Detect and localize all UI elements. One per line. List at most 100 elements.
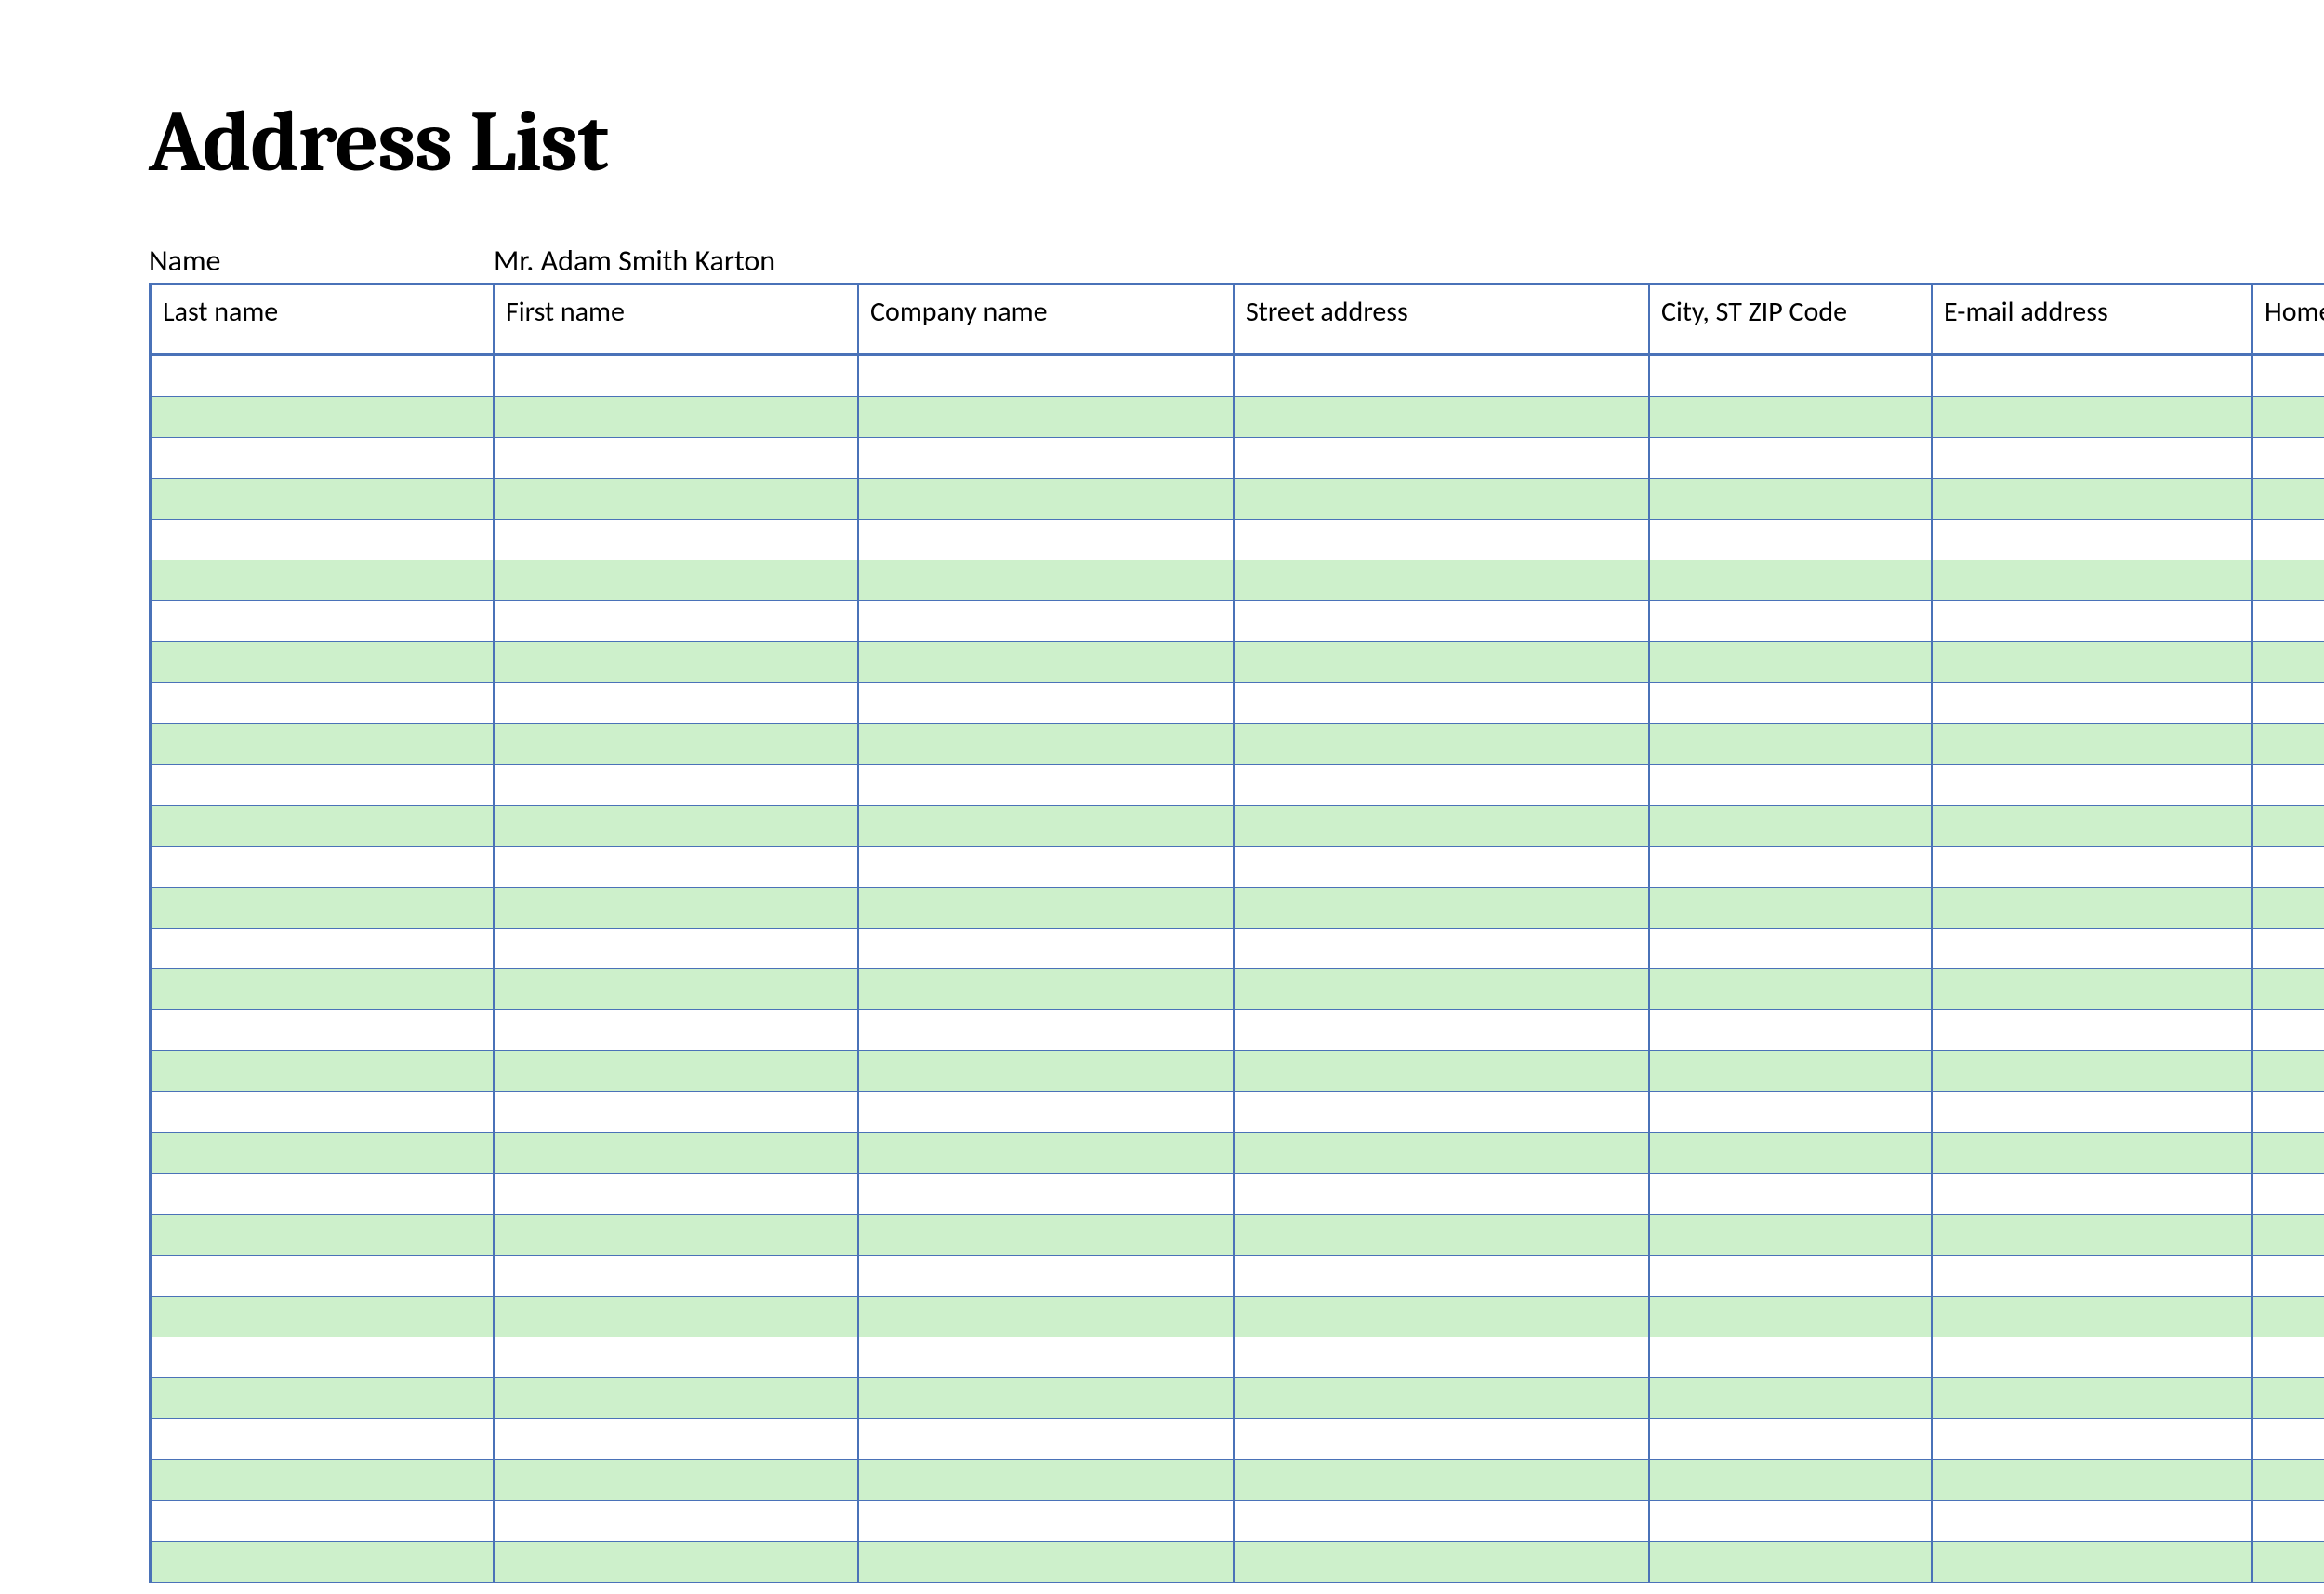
table-cell[interactable] bbox=[858, 1010, 1234, 1051]
table-cell[interactable] bbox=[858, 1051, 1234, 1092]
table-cell[interactable] bbox=[858, 1419, 1234, 1460]
table-cell[interactable] bbox=[1649, 356, 1932, 397]
table-cell[interactable] bbox=[1649, 1460, 1932, 1501]
table-cell[interactable] bbox=[149, 1051, 494, 1092]
table-row[interactable] bbox=[149, 724, 2324, 765]
table-row[interactable] bbox=[149, 479, 2324, 520]
table-cell[interactable] bbox=[149, 1542, 494, 1583]
table-cell[interactable] bbox=[494, 1297, 858, 1337]
table-cell[interactable] bbox=[1649, 806, 1932, 847]
table-cell[interactable] bbox=[149, 683, 494, 724]
table-row[interactable] bbox=[149, 969, 2324, 1010]
table-cell[interactable] bbox=[858, 1174, 1234, 1215]
table-cell[interactable] bbox=[1234, 1256, 1649, 1297]
table-cell[interactable] bbox=[1932, 969, 2252, 1010]
table-cell[interactable] bbox=[1649, 847, 1932, 888]
table-cell[interactable] bbox=[1649, 397, 1932, 438]
table-cell[interactable] bbox=[1649, 479, 1932, 520]
table-cell[interactable] bbox=[149, 1215, 494, 1256]
table-cell[interactable] bbox=[1932, 356, 2252, 397]
table-cell[interactable] bbox=[494, 683, 858, 724]
table-cell[interactable] bbox=[2252, 1337, 2324, 1378]
table-cell[interactable] bbox=[494, 1460, 858, 1501]
table-row[interactable] bbox=[149, 1542, 2324, 1583]
table-row[interactable] bbox=[149, 1256, 2324, 1297]
table-cell[interactable] bbox=[2252, 642, 2324, 683]
table-cell[interactable] bbox=[494, 1010, 858, 1051]
table-cell[interactable] bbox=[1234, 847, 1649, 888]
table-cell[interactable] bbox=[1649, 724, 1932, 765]
table-cell[interactable] bbox=[2252, 438, 2324, 479]
table-cell[interactable] bbox=[858, 1542, 1234, 1583]
table-cell[interactable] bbox=[1932, 1215, 2252, 1256]
table-cell[interactable] bbox=[858, 888, 1234, 929]
table-cell[interactable] bbox=[1649, 601, 1932, 642]
table-cell[interactable] bbox=[1234, 1215, 1649, 1256]
table-cell[interactable] bbox=[2252, 1460, 2324, 1501]
table-row[interactable] bbox=[149, 560, 2324, 601]
table-row[interactable] bbox=[149, 1297, 2324, 1337]
table-cell[interactable] bbox=[858, 724, 1234, 765]
table-cell[interactable] bbox=[1932, 1419, 2252, 1460]
table-cell[interactable] bbox=[858, 969, 1234, 1010]
table-cell[interactable] bbox=[858, 1460, 1234, 1501]
table-row[interactable] bbox=[149, 520, 2324, 560]
table-cell[interactable] bbox=[494, 1419, 858, 1460]
table-row[interactable] bbox=[149, 356, 2324, 397]
table-cell[interactable] bbox=[2252, 479, 2324, 520]
table-cell[interactable] bbox=[149, 1378, 494, 1419]
table-cell[interactable] bbox=[494, 969, 858, 1010]
table-cell[interactable] bbox=[1932, 1501, 2252, 1542]
table-cell[interactable] bbox=[858, 929, 1234, 969]
table-cell[interactable] bbox=[1234, 1378, 1649, 1419]
table-cell[interactable] bbox=[858, 1133, 1234, 1174]
table-cell[interactable] bbox=[858, 683, 1234, 724]
table-cell[interactable] bbox=[494, 1501, 858, 1542]
table-cell[interactable] bbox=[2252, 683, 2324, 724]
table-cell[interactable] bbox=[149, 601, 494, 642]
table-cell[interactable] bbox=[149, 724, 494, 765]
table-cell[interactable] bbox=[1234, 1051, 1649, 1092]
table-cell[interactable] bbox=[1932, 683, 2252, 724]
table-cell[interactable] bbox=[149, 1337, 494, 1378]
table-cell[interactable] bbox=[494, 724, 858, 765]
table-cell[interactable] bbox=[494, 888, 858, 929]
table-cell[interactable] bbox=[2252, 1256, 2324, 1297]
table-cell[interactable] bbox=[1932, 1378, 2252, 1419]
table-cell[interactable] bbox=[149, 642, 494, 683]
table-cell[interactable] bbox=[2252, 1092, 2324, 1133]
table-cell[interactable] bbox=[2252, 520, 2324, 560]
table-cell[interactable] bbox=[1234, 397, 1649, 438]
table-cell[interactable] bbox=[1234, 642, 1649, 683]
table-cell[interactable] bbox=[1649, 1092, 1932, 1133]
table-cell[interactable] bbox=[1649, 1337, 1932, 1378]
table-cell[interactable] bbox=[1649, 1174, 1932, 1215]
table-cell[interactable] bbox=[494, 1542, 858, 1583]
table-cell[interactable] bbox=[1932, 438, 2252, 479]
table-cell[interactable] bbox=[149, 888, 494, 929]
table-cell[interactable] bbox=[1649, 683, 1932, 724]
table-cell[interactable] bbox=[1932, 642, 2252, 683]
table-cell[interactable] bbox=[858, 1378, 1234, 1419]
table-cell[interactable] bbox=[2252, 1542, 2324, 1583]
table-cell[interactable] bbox=[1234, 683, 1649, 724]
table-row[interactable] bbox=[149, 1378, 2324, 1419]
table-cell[interactable] bbox=[494, 438, 858, 479]
table-cell[interactable] bbox=[494, 1133, 858, 1174]
table-cell[interactable] bbox=[2252, 560, 2324, 601]
table-cell[interactable] bbox=[149, 1133, 494, 1174]
table-cell[interactable] bbox=[1649, 888, 1932, 929]
table-cell[interactable] bbox=[1932, 765, 2252, 806]
table-row[interactable] bbox=[149, 765, 2324, 806]
table-cell[interactable] bbox=[1932, 1256, 2252, 1297]
table-cell[interactable] bbox=[494, 1051, 858, 1092]
table-cell[interactable] bbox=[1649, 642, 1932, 683]
table-cell[interactable] bbox=[149, 397, 494, 438]
table-cell[interactable] bbox=[1234, 929, 1649, 969]
table-cell[interactable] bbox=[494, 1174, 858, 1215]
table-cell[interactable] bbox=[1649, 765, 1932, 806]
table-cell[interactable] bbox=[1649, 1256, 1932, 1297]
table-cell[interactable] bbox=[1234, 1297, 1649, 1337]
table-cell[interactable] bbox=[149, 806, 494, 847]
table-row[interactable] bbox=[149, 1501, 2324, 1542]
